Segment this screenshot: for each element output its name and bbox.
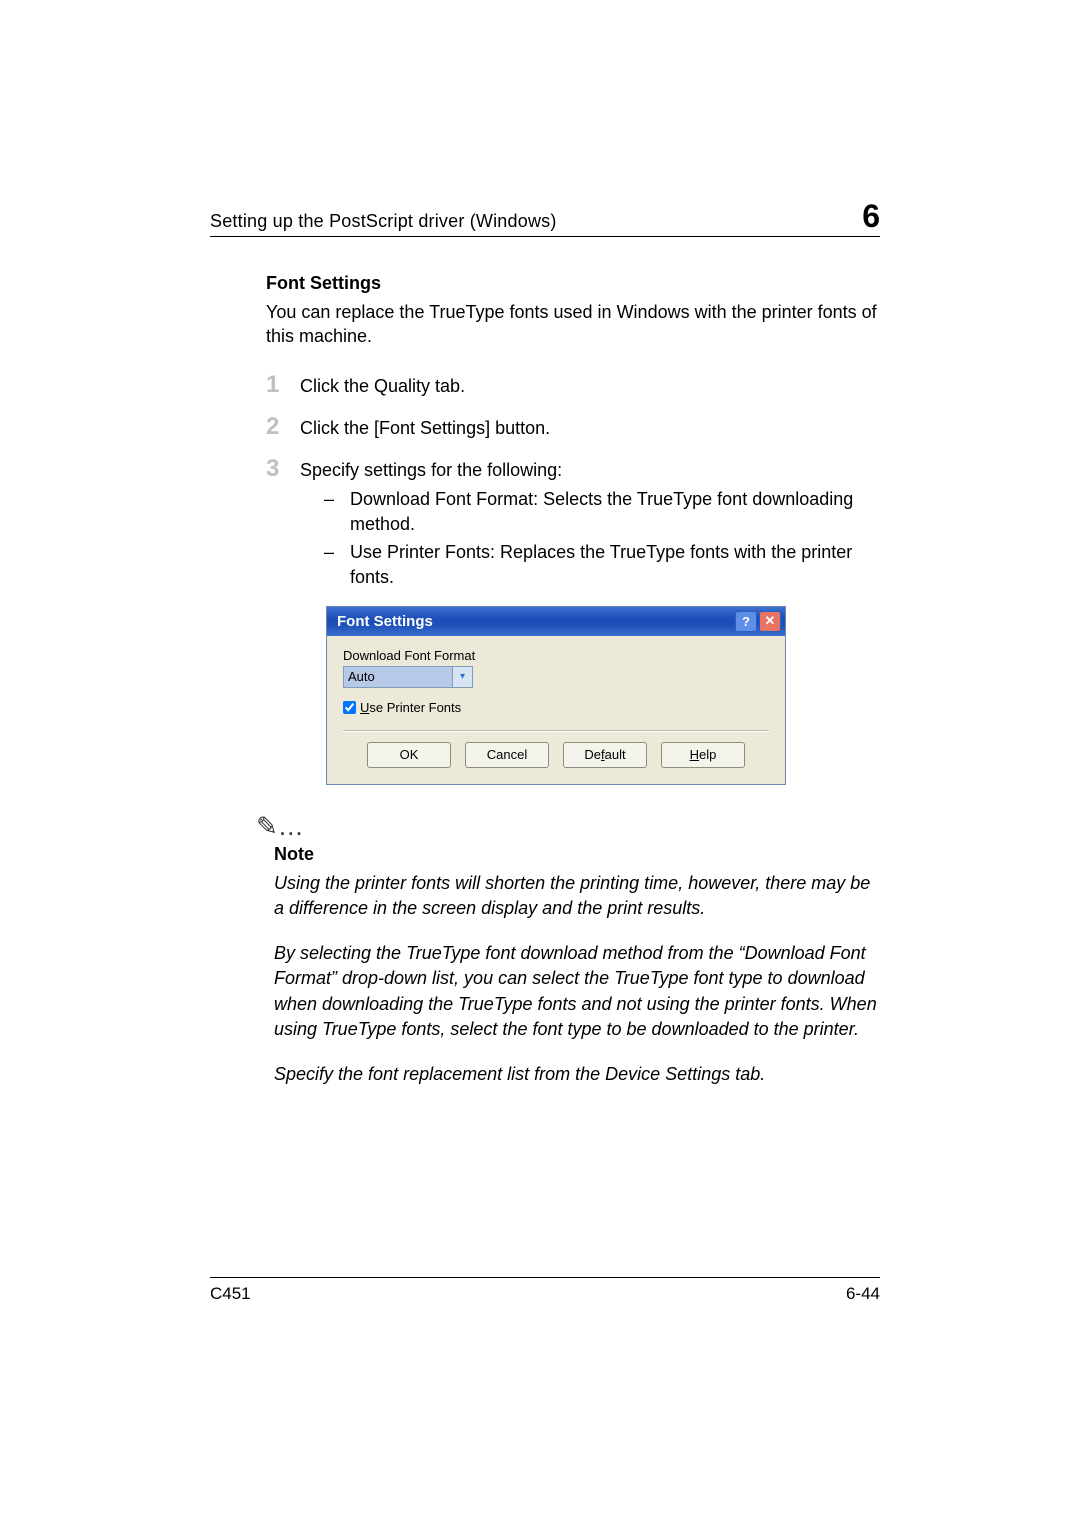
step-3: 3 Specify settings for the following: – … xyxy=(266,455,880,592)
chevron-down-icon[interactable]: ▾ xyxy=(453,666,473,688)
download-font-format-select[interactable]: ▾ xyxy=(343,666,769,688)
ok-button[interactable]: OK xyxy=(367,742,451,768)
note-paragraph-3: Specify the font replacement list from t… xyxy=(274,1062,880,1087)
note-icon: ✎… xyxy=(256,811,880,842)
step-text: Click the [Font Settings] button. xyxy=(300,416,880,441)
download-font-format-value[interactable] xyxy=(343,666,453,688)
substep-text: Download Font Format: Selects the TrueTy… xyxy=(350,487,880,537)
chapter-number: 6 xyxy=(862,200,880,232)
page-header: Setting up the PostScript driver (Window… xyxy=(210,200,880,237)
substep-b: – Use Printer Fonts: Replaces the TrueTy… xyxy=(324,540,880,590)
step-text: Click the Quality tab. xyxy=(300,374,880,399)
help-button[interactable]: Help xyxy=(661,742,745,768)
note-heading: Note xyxy=(274,844,880,865)
cancel-button[interactable]: Cancel xyxy=(465,742,549,768)
substep-text: Use Printer Fonts: Replaces the TrueType… xyxy=(350,540,880,590)
note-paragraph-2: By selecting the TrueType font download … xyxy=(274,941,880,1042)
dialog-titlebar: Font Settings ? ✕ xyxy=(327,607,785,636)
dash-icon: – xyxy=(324,487,350,537)
use-printer-fonts-checkbox[interactable]: UUse Printer Fontsse Printer Fonts xyxy=(343,700,769,715)
footer-model: C451 xyxy=(210,1284,251,1304)
step-number: 3 xyxy=(266,455,300,483)
breadcrumb: Setting up the PostScript driver (Window… xyxy=(210,211,557,232)
page-footer: C451 6-44 xyxy=(210,1277,880,1304)
step-2: 2 Click the [Font Settings] button. xyxy=(266,413,880,441)
substep-a: – Download Font Format: Selects the True… xyxy=(324,487,880,537)
use-printer-fonts-input[interactable] xyxy=(343,701,356,714)
default-button[interactable]: Default xyxy=(563,742,647,768)
dash-icon: – xyxy=(324,540,350,590)
font-settings-dialog: Font Settings ? ✕ Download Font Format ▾ xyxy=(326,606,786,785)
footer-page: 6-44 xyxy=(846,1284,880,1304)
use-printer-fonts-label: UUse Printer Fontsse Printer Fonts xyxy=(360,700,461,715)
note-paragraph-1: Using the printer fonts will shorten the… xyxy=(274,871,880,921)
dialog-title: Font Settings xyxy=(337,613,433,630)
section-title: Font Settings xyxy=(266,273,880,294)
step-number: 2 xyxy=(266,413,300,441)
close-icon[interactable]: ✕ xyxy=(759,611,781,632)
step-number: 1 xyxy=(266,371,300,399)
download-font-format-label: Download Font Format xyxy=(343,648,769,663)
step-1: 1 Click the Quality tab. xyxy=(266,371,880,399)
help-icon[interactable]: ? xyxy=(735,611,757,632)
section-intro: You can replace the TrueType fonts used … xyxy=(266,300,880,349)
step-text: Specify settings for the following: xyxy=(300,458,880,483)
